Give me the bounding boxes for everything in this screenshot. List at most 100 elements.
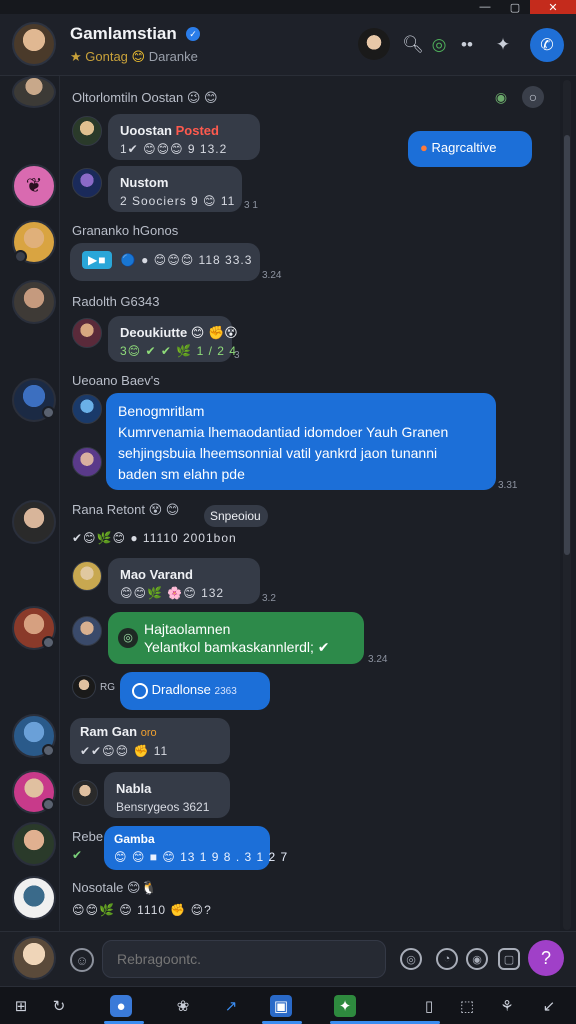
message-avatar[interactable] xyxy=(72,561,102,591)
message-bubble-long[interactable]: Benogmritlam Kumrvenamia lhemaodantiad i… xyxy=(106,393,496,490)
presence-badge-icon xyxy=(42,406,55,419)
rail-avatar[interactable] xyxy=(12,280,56,324)
status-emoji: 😊 xyxy=(131,49,146,64)
emoji-icon[interactable]: ☺ xyxy=(70,948,94,972)
capture-icon[interactable]: ⬚ xyxy=(456,995,478,1017)
send-button[interactable]: ? xyxy=(528,940,564,976)
message-title: Benogmritlam xyxy=(118,403,205,419)
message-bubble[interactable]: Uoostan Posted 1✔ 😊😊😊 9 13.2 xyxy=(108,114,260,160)
chat-header: Gamlamstian ✓ ★ Gontag 😊 Daranke 🔍︎ ◎ ••… xyxy=(0,14,576,76)
contact-avatar[interactable] xyxy=(12,22,56,66)
message-input[interactable] xyxy=(102,940,386,978)
message-avatar[interactable] xyxy=(72,675,96,699)
sticker-icon[interactable]: ◔ xyxy=(436,948,458,970)
chat-app-icon[interactable]: ● xyxy=(110,995,132,1017)
settings-icon[interactable]: ❀ xyxy=(172,995,194,1017)
rail-avatar[interactable] xyxy=(12,76,56,108)
mic-icon[interactable]: ▢ xyxy=(498,948,520,970)
status-icon xyxy=(132,682,148,699)
globe-icon[interactable]: ◉ xyxy=(490,86,512,108)
message-avatar[interactable] xyxy=(72,394,102,424)
windows-icon[interactable]: ⊞ xyxy=(10,995,32,1017)
message-bubble[interactable]: Gamba 😊 😊 ■ 😊 13 1 9 8 . 3 1 2 7 xyxy=(104,826,289,870)
sender-name: Gamba xyxy=(114,832,155,846)
sender-name: Deoukiutte 😊 ✊😵 xyxy=(120,325,238,340)
rail-avatar[interactable] xyxy=(12,822,56,866)
store-icon[interactable]: ▣ xyxy=(270,995,292,1017)
group-header: Grananko hGonos xyxy=(72,223,179,238)
message-bubble[interactable]: Nabla Bensrygeos 3621 xyxy=(104,772,230,818)
timestamp: 3 1 xyxy=(244,200,258,211)
status-text: Daranke xyxy=(148,49,198,64)
sender-tag: Posted xyxy=(175,123,219,138)
gif-icon[interactable]: ◉ xyxy=(466,948,488,970)
sender-tag: oro xyxy=(140,727,157,739)
edge-icon[interactable]: ↗ xyxy=(220,995,242,1017)
timestamp: 3.24 xyxy=(262,270,282,281)
group-header: Rebe xyxy=(72,829,104,844)
maximize-button[interactable]: ▢ xyxy=(500,0,530,14)
message-meta: ✔✔😊😊 ✊ 11 xyxy=(80,744,169,758)
message-bubble[interactable]: Mao Varand 😊😊🌿 🌸😊 132 xyxy=(108,558,260,604)
puzzle-icon[interactable]: ⚘ xyxy=(496,995,518,1017)
message-meta: 3😊 ✔ ✔ 🌿 1 / 2 4 xyxy=(120,344,237,358)
message-title: Hajtaolamnen xyxy=(144,621,231,637)
search-icon[interactable]: ↻ xyxy=(48,995,70,1017)
help-icon[interactable]: ↙ xyxy=(538,995,560,1017)
message-avatar[interactable] xyxy=(72,116,102,146)
rail-avatar[interactable] xyxy=(12,500,56,544)
globe-icon[interactable]: ◎ xyxy=(424,30,454,60)
sender-name: Nabla xyxy=(116,781,152,796)
scrollbar-thumb[interactable] xyxy=(564,135,570,555)
xbox-icon[interactable]: ✦ xyxy=(334,995,356,1017)
message-line: Kumrvenamia lhemaodantiad idomdoer Yauh … xyxy=(118,424,449,440)
message-line: baden sm elahn pde xyxy=(118,466,245,482)
status-label: ★ Gontag xyxy=(70,49,128,64)
attach-icon[interactable]: ◎ xyxy=(400,948,422,970)
share-icon[interactable]: •• xyxy=(452,30,482,60)
conversation-rail: ❦ xyxy=(0,76,60,931)
self-avatar[interactable] xyxy=(12,936,56,980)
window-titlebar: — ▢ ✕ xyxy=(0,0,576,14)
presence-badge-icon xyxy=(42,798,55,811)
rail-avatar[interactable] xyxy=(12,876,56,920)
sender-name: Ram Gan xyxy=(80,724,138,739)
rail-avatar-ribbon[interactable]: ❦ xyxy=(12,164,56,208)
reaction-badge-button[interactable]: ● Ragrcaltive xyxy=(408,131,532,167)
notes-icon[interactable]: ▯ xyxy=(418,995,440,1017)
presence-badge-icon xyxy=(42,636,55,649)
message-meta: 2 Soociers 9 😊 11 xyxy=(120,194,236,208)
message-bubble[interactable]: Ram Gan oro ✔✔😊😊 ✊ 11 xyxy=(70,718,230,764)
message-meta: 2363 xyxy=(214,686,237,697)
bot-icon: ◎ xyxy=(118,628,138,648)
sender-name: Mao Varand xyxy=(120,567,193,582)
call-button[interactable]: ✆ xyxy=(530,28,564,62)
message-avatar[interactable] xyxy=(72,168,102,198)
presence-badge-icon xyxy=(14,250,27,263)
message-bubble[interactable]: Deoukiutte 😊 ✊😵 3😊 ✔ ✔ 🌿 1 / 2 4 xyxy=(108,316,238,362)
message-bubble-green[interactable]: ◎ Hajtaolamnen Yelantkol bamkaskannlerdl… xyxy=(108,612,364,664)
taskbar: ⊞ ↻ ● ❀ ↗ ▣ ✦ ▯ ⬚ ⚘ ↙ xyxy=(0,986,576,1024)
message-meta: ✔😊🌿😊 ● 11110 2001bon xyxy=(72,531,237,545)
group-name: Rana Retont xyxy=(72,502,145,517)
message-bubble[interactable]: ▶■ 🔵 ● 😊😊😊 118 33.3 xyxy=(70,243,260,281)
timestamp: 3.24 xyxy=(368,654,388,665)
minimize-button[interactable]: — xyxy=(470,0,500,14)
message-bubble[interactable]: Dradlonse 2363 xyxy=(120,672,270,710)
badge-label: Ragrcaltive xyxy=(431,140,497,155)
message-avatar[interactable] xyxy=(72,780,98,806)
message-avatar[interactable] xyxy=(72,318,102,348)
message-avatar[interactable] xyxy=(72,616,102,646)
message-bubble[interactable]: Nustom 2 Soociers 9 😊 11 xyxy=(108,166,242,212)
status-line: ★ Gontag 😊 Daranke xyxy=(70,49,198,65)
message-avatar[interactable] xyxy=(72,447,102,477)
profile-avatar-icon[interactable] xyxy=(358,28,390,60)
message-line: sehjingsbuia lheemsonnial vatil yankrd j… xyxy=(118,445,438,461)
message-meta: 😊😊🌿 🌸😊 132 xyxy=(120,586,225,600)
reaction-pill[interactable]: Snpeoiou xyxy=(204,505,268,527)
puzzle-icon[interactable]: ✦ xyxy=(488,30,518,60)
info-icon[interactable]: ○ xyxy=(522,86,544,108)
presence-badge-icon xyxy=(42,744,55,757)
message-meta: 😊 😊 ■ 😊 13 1 9 8 . 3 1 2 7 xyxy=(114,850,289,864)
close-button[interactable]: ✕ xyxy=(530,0,576,14)
